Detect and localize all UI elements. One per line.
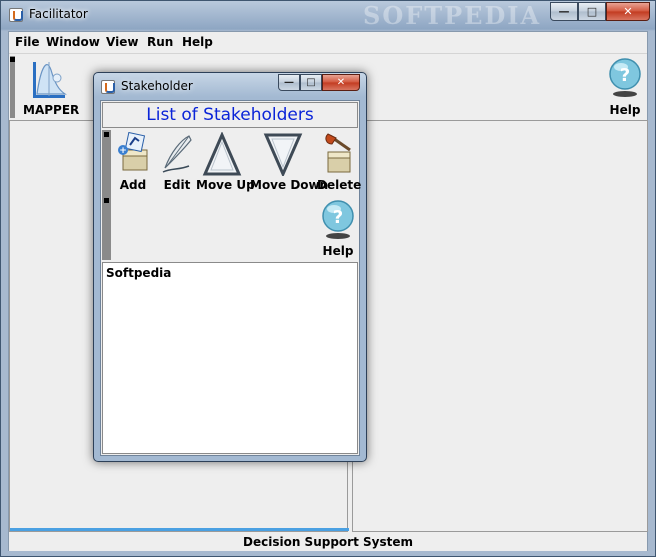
mapper-icon (33, 62, 67, 98)
move-up-label: Move Up (196, 178, 255, 192)
menu-window[interactable]: Window (46, 35, 100, 49)
watermark-text: SOFTPEDIA (363, 1, 542, 30)
close-icon: ✕ (623, 5, 633, 18)
toolbar-grip[interactable] (10, 56, 15, 118)
status-bar: Decision Support System (9, 533, 647, 551)
maximize-button[interactable]: □ (578, 2, 606, 21)
dialog-title: Stakeholder (121, 79, 193, 93)
delete-icon (325, 133, 351, 173)
delete-button[interactable]: Delete (317, 130, 362, 194)
list-item[interactable]: Softpedia (106, 266, 171, 280)
help-icon: ? (609, 58, 641, 97)
svg-text:?: ? (333, 207, 343, 228)
menu-run[interactable]: Run (147, 35, 173, 49)
add-label: Add (119, 178, 147, 192)
menu-help[interactable]: Help (182, 35, 213, 49)
help-label: Help (609, 103, 641, 117)
stakeholder-list[interactable]: Softpedia (102, 262, 358, 454)
maximize-icon: □ (586, 5, 598, 18)
svg-text:+: + (119, 146, 127, 156)
maximize-icon: □ (306, 77, 316, 88)
minimize-button[interactable]: — (550, 2, 578, 21)
move-down-label: Move Down (250, 178, 329, 192)
help-button[interactable]: ? Help (607, 58, 643, 120)
menu-view[interactable]: View (106, 35, 138, 49)
main-titlebar[interactable]: Facilitator SOFTPEDIA — □ ✕ (1, 1, 655, 30)
add-button[interactable]: + Add (113, 130, 153, 194)
edit-button[interactable]: Edit (157, 130, 197, 194)
mapper-label: MAPPER (23, 103, 80, 117)
dialog-minimize-button[interactable]: — (278, 74, 300, 91)
right-pane[interactable] (352, 120, 648, 532)
dialog-toolbar-grip[interactable] (102, 130, 111, 260)
dialog-app-icon (101, 80, 115, 94)
app-icon (9, 8, 23, 22)
dialog-maximize-button[interactable]: □ (300, 74, 322, 91)
minimize-icon: — (284, 77, 294, 88)
left-pane-accent (10, 528, 349, 531)
move-up-icon (202, 132, 242, 176)
mapper-button[interactable]: MAPPER (19, 56, 80, 118)
edit-icon (162, 135, 192, 173)
svg-text:?: ? (620, 65, 630, 86)
window-title: Facilitator (29, 7, 88, 21)
list-header: List of Stakeholders (102, 102, 358, 128)
move-up-button[interactable]: Move Up (196, 130, 255, 194)
close-button[interactable]: ✕ (606, 2, 650, 21)
minimize-icon: — (558, 5, 570, 18)
dialog-client-area: List of Stakeholders + Add Edit Move Up … (100, 100, 362, 456)
close-icon: ✕ (336, 77, 346, 88)
add-icon: + (118, 132, 148, 171)
help-icon: ? (322, 200, 354, 239)
menu-file[interactable]: File (15, 35, 40, 49)
move-down-button[interactable]: Move Down (250, 130, 329, 194)
menubar: File Window View Run Help (9, 32, 647, 54)
dialog-close-button[interactable]: ✕ (322, 74, 360, 91)
stakeholder-dialog: Stakeholder — □ ✕ List of Stakeholders +… (93, 72, 367, 462)
edit-label: Edit (163, 178, 191, 192)
dialog-help-label: Help (322, 244, 354, 258)
dialog-help-button[interactable]: ? Help (317, 196, 359, 260)
move-down-icon (263, 133, 303, 176)
delete-label: Delete (317, 178, 362, 192)
